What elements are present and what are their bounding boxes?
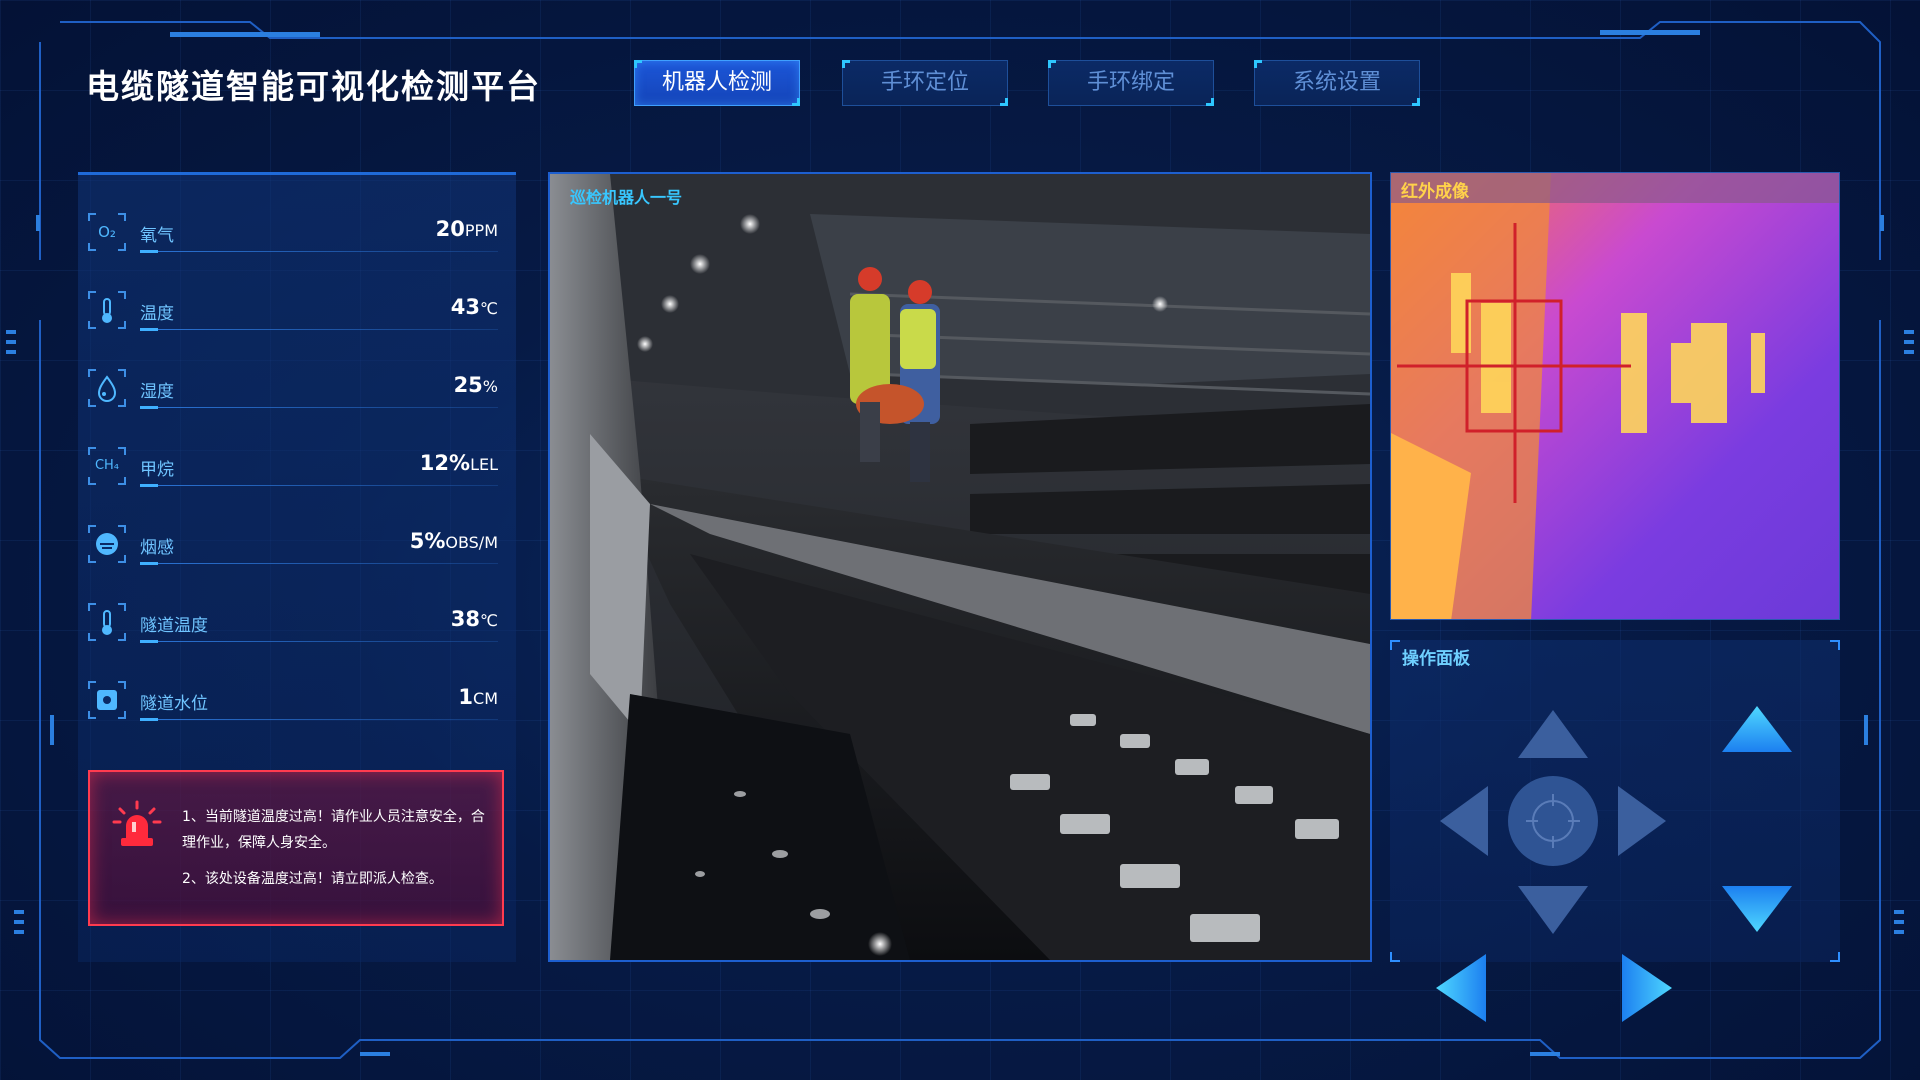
operation-panel: 操作面板: [1390, 640, 1840, 1022]
alert-line-2: 2、该处设备温度过高！请立即派人检查。: [182, 871, 443, 887]
infrared-title: 红外成像: [1401, 182, 1469, 202]
tilt-down-button[interactable]: [1720, 884, 1794, 934]
sensor-row-tunnel-temperature: 隧道温度 38℃: [88, 593, 506, 653]
sensor-row-methane: CH₄ 甲烷 12%LEL: [88, 437, 506, 497]
dpad-center-target-icon[interactable]: [1506, 774, 1600, 868]
sensor-row-oxygen: O₂ 氧气 20PPM: [88, 203, 506, 263]
sensor-value: 12%LEL: [419, 451, 498, 475]
tab-label: 手环绑定: [1086, 70, 1175, 95]
sensor-value: 1CM: [458, 685, 498, 709]
tab-label: 机器人检测: [661, 70, 772, 95]
tab-system-settings[interactable]: 系统设置: [1254, 60, 1420, 106]
sensor-label: 温度: [140, 304, 174, 324]
alert-line-1: 1、当前隧道温度过高！请作业人员注意安全，合理作业，保障人身安全。: [182, 809, 485, 851]
water-level-icon: [88, 681, 126, 719]
alert-text: 1、当前隧道温度过高！请作业人员注意安全，合理作业，保障人身安全。 2、该处设备…: [182, 804, 498, 902]
sensor-row-humidity: 湿度 25%: [88, 359, 506, 419]
alert-box: 1、当前隧道温度过高！请作业人员注意安全，合理作业，保障人身安全。 2、该处设备…: [88, 770, 504, 926]
sensor-value: 25%: [453, 373, 498, 397]
robot-video-feed[interactable]: 巡检机器人一号: [548, 172, 1372, 962]
rotate-right-button[interactable]: [1620, 952, 1674, 1024]
tilt-up-button[interactable]: [1720, 704, 1794, 754]
thermometer-icon: [88, 291, 126, 329]
sensor-label: 湿度: [140, 382, 174, 402]
infrared-image: [1391, 173, 1839, 619]
tunnel-thermometer-icon: [88, 603, 126, 641]
humidity-icon: [88, 369, 126, 407]
sensor-value: 20PPM: [435, 217, 498, 241]
oxygen-icon: O₂: [88, 213, 126, 251]
tab-wristband-location[interactable]: 手环定位: [842, 60, 1008, 106]
dpad-right-button[interactable]: [1616, 784, 1668, 858]
tab-label: 手环定位: [880, 70, 969, 95]
sensor-panel: O₂ 氧气 20PPM 温度 43℃ 湿度 25% CH₄ 甲烷 12%LEL: [78, 172, 516, 962]
dpad-up-button[interactable]: [1516, 708, 1590, 760]
app-title: 电缆隧道智能可视化检测平台: [86, 67, 541, 106]
sensor-value: 43℃: [450, 295, 498, 319]
sensor-row-water-level: 隧道水位 1CM: [88, 671, 506, 731]
tab-wristband-binding[interactable]: 手环绑定: [1048, 60, 1214, 106]
sensor-label: 烟感: [140, 538, 174, 558]
tab-label: 系统设置: [1292, 70, 1381, 95]
operation-title: 操作面板: [1402, 649, 1470, 669]
sensor-label: 氧气: [140, 226, 174, 246]
sensor-value: 38℃: [450, 607, 498, 631]
sensor-label: 隧道水位: [140, 694, 208, 714]
video-title: 巡检机器人一号: [570, 188, 683, 207]
tab-robot-detection[interactable]: 机器人检测: [634, 60, 800, 106]
infrared-panel: 红外成像: [1390, 172, 1840, 620]
sensor-label: 隧道温度: [140, 616, 208, 636]
sensor-value: 5%OBS/M: [409, 529, 498, 553]
sensor-label: 甲烷: [140, 460, 174, 480]
sensor-row-smoke: 烟感 5%OBS/M: [88, 515, 506, 575]
tunnel-video-image: [550, 174, 1370, 960]
dpad-left-button[interactable]: [1438, 784, 1490, 858]
smoke-icon: [88, 525, 126, 563]
rotate-left-button[interactable]: [1434, 952, 1488, 1024]
sensor-row-temperature: 温度 43℃: [88, 281, 506, 341]
alarm-icon: [112, 800, 162, 846]
dpad-down-button[interactable]: [1516, 884, 1590, 936]
methane-icon: CH₄: [88, 447, 126, 485]
